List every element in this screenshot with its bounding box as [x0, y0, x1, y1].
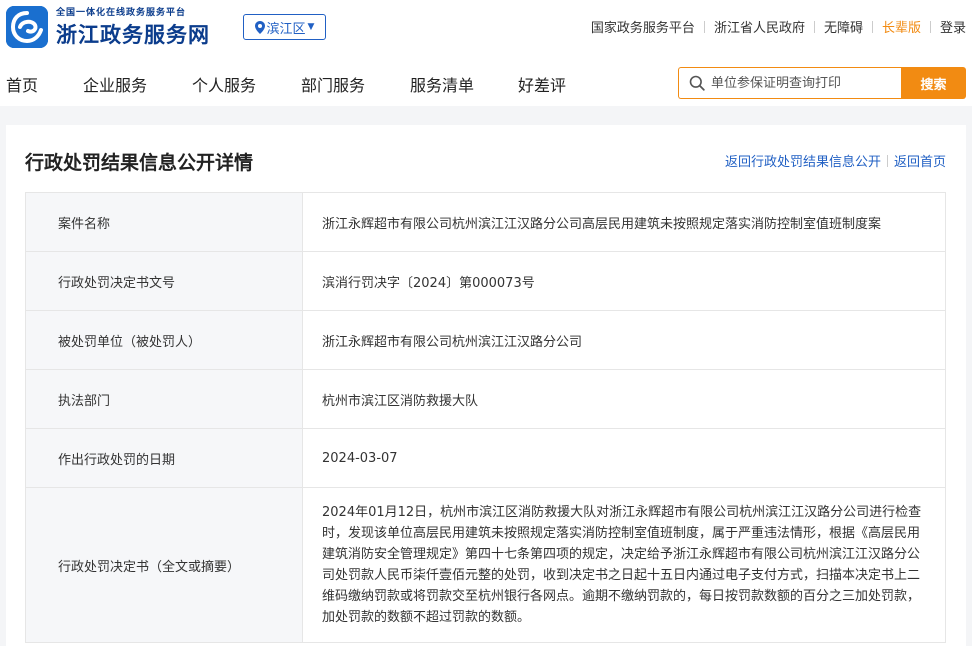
location-pin-icon: [254, 20, 265, 34]
field-label: 作出行政处罚的日期: [25, 428, 303, 488]
site-logo-icon[interactable]: [6, 6, 48, 48]
region-selector[interactable]: 滨江区 ▼: [243, 14, 326, 40]
field-value: 2024-03-07: [302, 428, 946, 488]
field-value: 2024年01月12日，杭州市滨江区消防救援大队对浙江永辉超市有限公司杭州滨江江…: [302, 487, 946, 643]
divider: [871, 20, 873, 33]
search-bar: 搜索: [678, 67, 966, 99]
table-row: 案件名称 浙江永辉超市有限公司杭州滨江江汉路分公司高层民用建筑未按照规定落实消防…: [25, 192, 946, 252]
field-label: 案件名称: [25, 192, 303, 252]
brand-subtitle: 全国一体化在线政务服务平台: [56, 8, 187, 18]
link-national-platform[interactable]: 国家政务服务平台: [591, 17, 695, 36]
back-to-list-link[interactable]: 返回行政处罚结果信息公开: [725, 151, 881, 170]
search-input[interactable]: [711, 75, 891, 91]
detail-table: 案件名称 浙江永辉超市有限公司杭州滨江江汉路分公司高层民用建筑未按照规定落实消防…: [25, 192, 946, 643]
table-row: 作出行政处罚的日期 2024-03-07: [25, 428, 946, 488]
breadcrumb: 返回行政处罚结果信息公开 返回首页: [725, 151, 946, 170]
divider: [813, 20, 815, 33]
chevron-down-icon: ▼: [307, 22, 315, 32]
link-provincial-government[interactable]: 浙江省人民政府: [714, 17, 805, 36]
nav-item-home[interactable]: 首页: [6, 72, 83, 96]
table-row: 行政处罚决定书（全文或摘要） 2024年01月12日，杭州市滨江区消防救援大队对…: [25, 487, 946, 643]
search-button[interactable]: 搜索: [901, 67, 966, 99]
region-label: 滨江区: [266, 21, 306, 37]
link-elder-mode[interactable]: 长辈版: [882, 17, 921, 36]
field-value: 浙江永辉超市有限公司杭州滨江江汉路分公司: [302, 310, 946, 370]
back-to-home-link[interactable]: 返回首页: [894, 151, 946, 170]
link-login[interactable]: 登录: [940, 17, 966, 36]
page-title: 行政处罚结果信息公开详情: [25, 152, 254, 174]
divider: [886, 154, 888, 167]
search-icon: [689, 75, 705, 91]
content-panel: 行政处罚结果信息公开详情 返回行政处罚结果信息公开 返回首页 案件名称 浙江永辉…: [6, 125, 966, 646]
brand-title[interactable]: 浙江政务服务网: [56, 19, 210, 49]
field-label: 被处罚单位（被处罚人）: [25, 310, 303, 370]
nav-item-service-list[interactable]: 服务清单: [410, 72, 518, 96]
link-accessibility[interactable]: 无障碍: [824, 17, 863, 36]
field-value: 杭州市滨江区消防救援大队: [302, 369, 946, 429]
table-row: 被处罚单位（被处罚人） 浙江永辉超市有限公司杭州滨江江汉路分公司: [25, 310, 946, 370]
field-value: 浙江永辉超市有限公司杭州滨江江汉路分公司高层民用建筑未按照规定落实消防控制室值班…: [302, 192, 946, 252]
site-header: 全国一体化在线政务服务平台 浙江政务服务网 滨江区 ▼ 国家政务服务平台 浙江省…: [0, 0, 972, 106]
top-links: 国家政务服务平台 浙江省人民政府 无障碍 长辈版 登录: [591, 17, 966, 36]
field-label: 行政处罚决定书文号: [25, 251, 303, 311]
field-value: 滨消行罚决字〔2024〕第000073号: [302, 251, 946, 311]
main-nav: 首页 企业服务 个人服务 部门服务 服务清单 好差评: [6, 72, 566, 96]
field-label: 行政处罚决定书（全文或摘要）: [25, 487, 303, 643]
nav-item-department[interactable]: 部门服务: [301, 72, 410, 96]
divider: [929, 20, 931, 33]
table-row: 行政处罚决定书文号 滨消行罚决字〔2024〕第000073号: [25, 251, 946, 311]
divider: [703, 20, 705, 33]
nav-item-enterprise[interactable]: 企业服务: [83, 72, 192, 96]
table-row: 执法部门 杭州市滨江区消防救援大队: [25, 369, 946, 429]
field-label: 执法部门: [25, 369, 303, 429]
search-field[interactable]: [678, 67, 901, 99]
nav-item-personal[interactable]: 个人服务: [192, 72, 301, 96]
nav-item-review[interactable]: 好差评: [518, 72, 566, 96]
